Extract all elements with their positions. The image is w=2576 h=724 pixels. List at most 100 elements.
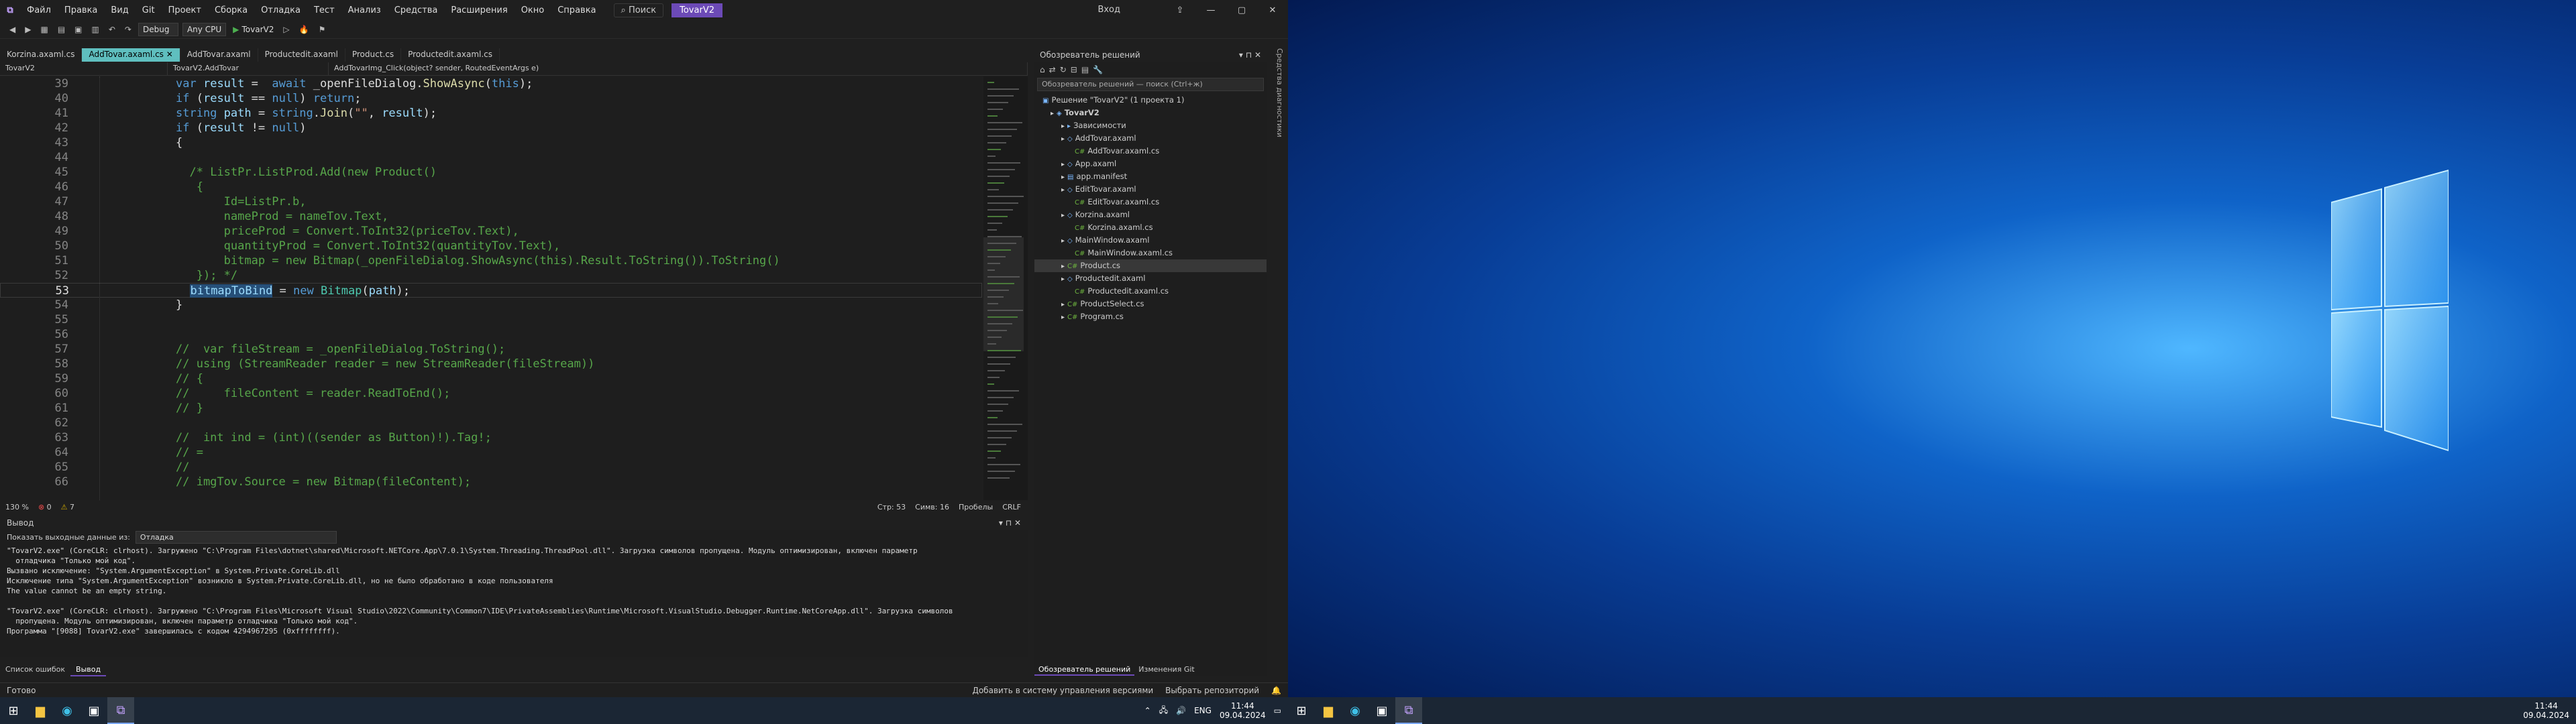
solution-tree-item[interactable]: ▸ ◇ App.axaml — [1034, 158, 1267, 170]
properties-icon[interactable]: 🔧 — [1093, 65, 1103, 74]
code-line[interactable]: 58 // using (StreamReader reader = new St… — [0, 357, 982, 371]
solution-tree-item[interactable]: ▸ ◈ TovarV2 — [1034, 107, 1267, 119]
code-line[interactable]: 57 // var fileStream = _openFileDialog.To… — [0, 342, 982, 357]
collapse-all-icon[interactable]: ⊟ — [1071, 65, 1077, 74]
solution-tree-item[interactable]: ▸ C# ProductSelect.cs — [1034, 298, 1267, 310]
solution-search-input[interactable]: Обозреватель решений — поиск (Ctrl+ж) — [1037, 78, 1264, 91]
nav-project-dropdown[interactable]: TovarV2 — [0, 62, 168, 75]
clock[interactable]: 11:44 09.04.2024 — [1220, 701, 1266, 720]
redo-icon[interactable]: ↷ — [122, 25, 134, 34]
bottom-tab[interactable]: Список ошибок — [0, 663, 70, 676]
run-button[interactable]: ▶ TovarV2 — [230, 25, 276, 34]
solution-tree-item[interactable]: C# Productedit.axaml.cs — [1034, 285, 1267, 298]
expand-chevron-icon[interactable]: ▸ — [1061, 260, 1065, 273]
code-line[interactable]: 63 // int ind = (int)((sender as Button)!… — [0, 430, 982, 445]
search-box[interactable]: ⌕ Поиск — [613, 3, 664, 17]
line-ending[interactable]: CRLF — [1002, 503, 1028, 511]
code-line[interactable]: 44 — [0, 150, 982, 165]
expand-chevron-icon[interactable]: ▸ — [1061, 120, 1065, 133]
solution-tree-item[interactable]: C# EditTovar.axaml.cs — [1034, 196, 1267, 208]
code-line[interactable]: 45 /* ListPr.ListProd.Add(new Product() — [0, 165, 982, 180]
solution-tree-item[interactable]: ▸ ◇ MainWindow.axaml — [1034, 234, 1267, 247]
configuration-select[interactable]: Debug — [138, 22, 178, 36]
language-indicator[interactable]: ENG — [1194, 706, 1212, 715]
minimap-viewport[interactable] — [983, 237, 1024, 351]
expand-chevron-icon[interactable]: ▸ — [1061, 209, 1065, 222]
visual-studio-icon[interactable]: ⧉ — [1395, 697, 1422, 724]
menu-item[interactable]: Справка — [551, 5, 602, 15]
menu-item[interactable]: Тест — [307, 5, 341, 15]
notification-center-icon[interactable]: ▭ — [1274, 706, 1281, 715]
menu-item[interactable]: Анализ — [341, 5, 388, 15]
bottom-tab[interactable]: Вывод — [70, 663, 107, 676]
store-icon[interactable]: ▣ — [1368, 697, 1395, 724]
output-text[interactable]: "TovarV2.exe" (CoreCLR: clrhost). Загруж… — [0, 544, 1028, 638]
file-explorer-icon[interactable]: ▆ — [27, 697, 54, 724]
menu-item[interactable]: Сборка — [208, 5, 254, 15]
diagnostic-tools-tab[interactable]: Средства диагностики — [1271, 48, 1284, 182]
breakpoint-icon[interactable]: ⚑ — [316, 25, 329, 34]
code-line[interactable]: 55 — [0, 312, 982, 327]
expand-chevron-icon[interactable]: ▸ — [1061, 311, 1065, 324]
code-line[interactable]: 64 // = — [0, 445, 982, 460]
solution-tree-item[interactable]: ▸ C# Product.cs — [1034, 259, 1267, 272]
code-line[interactable]: 46 { — [0, 180, 982, 194]
code-line[interactable]: 54} — [0, 298, 982, 312]
code-line[interactable]: 65 // — [0, 460, 982, 475]
solution-panel-tab[interactable]: Обозреватель решений — [1034, 664, 1135, 676]
save-icon[interactable]: ▣ — [72, 25, 85, 34]
code-line[interactable]: 43 { — [0, 135, 982, 150]
code-line[interactable]: 41 string path = string.Join("", result); — [0, 106, 982, 121]
pin-icon[interactable]: ▾ ⊓ ✕ — [999, 518, 1021, 528]
code-line[interactable]: 49 priceProd = Convert.ToInt32(priceTov.… — [0, 224, 982, 239]
code-line[interactable]: 56 — [0, 327, 982, 342]
back-icon[interactable]: ◀ — [7, 25, 18, 34]
expand-chevron-icon[interactable]: ▸ — [1061, 158, 1065, 171]
expand-chevron-icon[interactable]: ▸ — [1061, 184, 1065, 196]
menu-item[interactable]: Расширения — [444, 5, 514, 15]
platform-select[interactable]: Any CPU — [182, 22, 227, 36]
menu-item[interactable]: Вид — [104, 5, 135, 15]
solution-tree-item[interactable]: C# Korzina.axaml.cs — [1034, 221, 1267, 234]
maximize-button[interactable]: ▢ — [1226, 0, 1257, 20]
document-tab[interactable]: Productedit.axaml — [258, 48, 345, 62]
solution-tree-item[interactable]: C# MainWindow.axaml.cs — [1034, 247, 1267, 259]
home-icon[interactable]: ⌂ — [1040, 65, 1045, 74]
code-line[interactable]: 59 // { — [0, 371, 982, 386]
solution-tree-item[interactable]: C# AddTovar.axaml.cs — [1034, 145, 1267, 158]
select-repository[interactable]: Выбрать репозиторий — [1165, 686, 1259, 695]
forward-icon[interactable]: ▶ — [22, 25, 34, 34]
add-to-source-control[interactable]: Добавить в систему управления версиями — [972, 686, 1153, 695]
code-line[interactable]: 50 quantityProd = Convert.ToInt32(quanti… — [0, 239, 982, 253]
code-line[interactable]: 51 bitmap = new Bitmap(_openFileDialog.S… — [0, 253, 982, 268]
menu-item[interactable]: Средства — [388, 5, 445, 15]
menu-item[interactable]: Окно — [515, 5, 551, 15]
expand-chevron-icon[interactable]: ▸ — [1061, 273, 1065, 286]
solution-panel-tab[interactable]: Изменения Git — [1134, 664, 1198, 676]
document-tab[interactable]: Korzina.axaml.cs — [0, 48, 83, 62]
panel-options-icon[interactable]: ▾ ⊓ ✕ — [1239, 50, 1261, 60]
code-editor[interactable]: 39 var result = await _openFileDialog.Sho… — [0, 76, 982, 500]
code-line[interactable]: 62 — [0, 416, 982, 430]
hot-reload-icon[interactable]: 🔥 — [297, 25, 312, 34]
menu-item[interactable]: Файл — [20, 5, 58, 15]
start-icon[interactable]: ⊞ — [0, 697, 27, 724]
code-line[interactable]: 61 // } — [0, 401, 982, 416]
document-tab[interactable]: Product.cs — [345, 48, 402, 62]
edge-icon[interactable]: ◉ — [54, 697, 80, 724]
solution-tree-item[interactable]: ▸ ◇ Productedit.axaml — [1034, 272, 1267, 285]
close-tab-icon[interactable]: ✕ — [164, 50, 173, 59]
solution-tree-item[interactable]: ▸ ▸ Зависимости — [1034, 119, 1267, 132]
signin-link[interactable]: Вход — [1097, 5, 1120, 15]
menu-item[interactable]: Отладка — [254, 5, 307, 15]
file-explorer-icon[interactable]: ▆ — [1315, 697, 1342, 724]
undo-icon[interactable]: ↶ — [106, 25, 118, 34]
minimap[interactable] — [983, 76, 1028, 500]
open-icon[interactable]: ▤ — [55, 25, 68, 34]
expand-chevron-icon[interactable]: ▸ — [1061, 235, 1065, 247]
menu-item[interactable]: Git — [136, 5, 162, 15]
menu-item[interactable]: Правка — [58, 5, 104, 15]
expand-chevron-icon[interactable]: ▸ — [1061, 171, 1065, 184]
code-line[interactable]: 53 bitmapToBind = new Bitmap(path); — [0, 283, 982, 298]
solution-tree-item[interactable]: ▸ ◇ EditTovar.axaml — [1034, 183, 1267, 196]
